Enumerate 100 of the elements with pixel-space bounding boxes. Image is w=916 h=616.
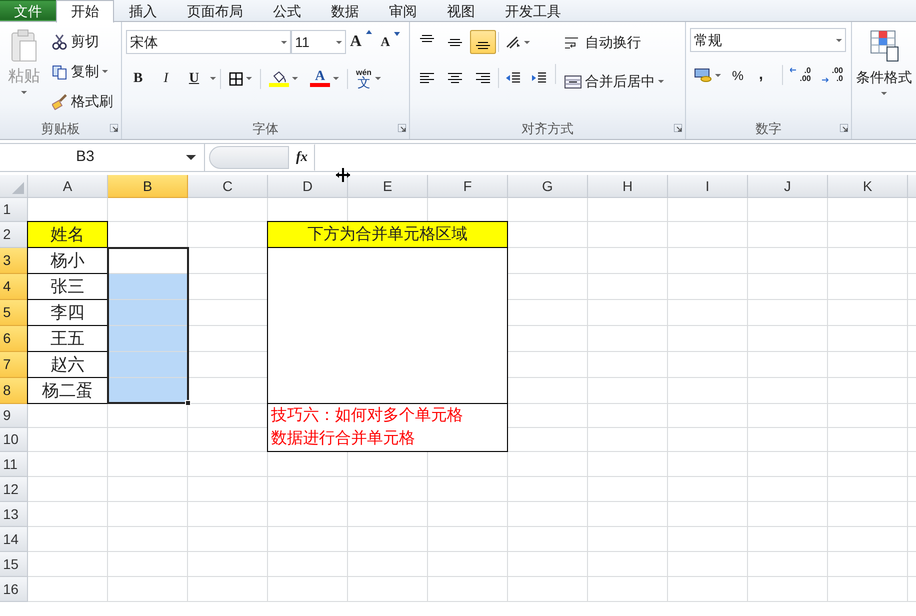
font-name-field[interactable]: 宋体 (126, 30, 291, 54)
ribbon-tab[interactable]: 公式 (258, 0, 316, 21)
move-cursor-icon (335, 167, 351, 183)
row-header[interactable]: 3 (0, 248, 28, 274)
phonetic-button[interactable]: wén 文 (352, 66, 385, 90)
ribbon-tab[interactable]: 开发工具 (490, 0, 576, 21)
ribbon-tab[interactable]: 页面布局 (172, 0, 258, 21)
underline-button[interactable]: U (182, 66, 206, 91)
column-header[interactable]: F (428, 175, 508, 198)
number-format-field[interactable]: 常规 (690, 28, 846, 52)
clipboard-icon (10, 29, 38, 63)
column-header[interactable]: A (28, 175, 108, 198)
indent-icon (531, 71, 547, 85)
dialog-launcher-icon[interactable] (110, 124, 118, 132)
row-header[interactable]: 15 (0, 552, 28, 577)
group-label: 字体 (252, 120, 278, 138)
caret-icon (393, 32, 401, 38)
table-cell: 下方为合并单元格区域 (267, 221, 508, 248)
column-header[interactable]: I (668, 175, 748, 198)
caret-icon (333, 77, 339, 80)
row-header[interactable]: 7 (0, 352, 28, 378)
caret-icon (836, 38, 842, 42)
row-header[interactable]: 16 (0, 577, 28, 602)
font-color-button[interactable]: A (306, 68, 343, 89)
column-header[interactable]: B (108, 175, 188, 198)
note-text: 数据进行合并单元格 (271, 428, 415, 449)
ribbon-tab[interactable]: 审阅 (374, 0, 432, 21)
paint-bucket-icon (271, 70, 287, 82)
caret-icon (374, 77, 381, 80)
row-header[interactable]: 8 (0, 378, 28, 404)
italic-button[interactable]: I (154, 66, 178, 91)
fill-handle[interactable] (185, 400, 191, 406)
column-header[interactable]: C (188, 175, 268, 198)
formula-bar-handle[interactable] (209, 146, 289, 169)
wrap-text-button[interactable]: 自动换行 (560, 30, 668, 55)
column-header[interactable]: G (508, 175, 588, 198)
table-icon (869, 29, 899, 63)
row-header[interactable]: 12 (0, 477, 28, 502)
scissors-icon (52, 34, 68, 50)
caret-icon (292, 77, 298, 80)
color-bar (269, 82, 289, 86)
arrow-icon (790, 67, 797, 74)
angled-text-icon (505, 35, 521, 49)
ribbon-tab[interactable]: 开始 (56, 0, 114, 23)
copy-icon (52, 64, 68, 80)
font-size-field[interactable]: 11 (290, 30, 346, 54)
toolbar-button[interactable]: 格式刷 (48, 88, 117, 115)
row-header[interactable]: 2 (0, 222, 28, 248)
align-lines-icon (476, 73, 490, 83)
row-header[interactable]: 9 (0, 404, 28, 428)
row-header[interactable]: 4 (0, 274, 28, 300)
caret-icon (246, 77, 252, 80)
row-header[interactable]: 10 (0, 428, 28, 452)
bold-button[interactable]: B (126, 66, 150, 91)
caret-icon (715, 74, 721, 77)
group-label: 剪贴板 (41, 120, 80, 138)
column-header[interactable]: H (588, 175, 668, 198)
conditional-format-button[interactable]: 条件格式 (852, 22, 916, 102)
row-header[interactable]: 14 (0, 527, 28, 552)
percent-button[interactable]: % (728, 64, 752, 87)
decrease-decimal-button[interactable]: .00 .0 (818, 65, 847, 86)
column-header[interactable]: E (348, 175, 428, 198)
dialog-launcher-icon[interactable] (674, 124, 682, 132)
column-header[interactable]: D (268, 175, 348, 198)
row-header[interactable]: 13 (0, 502, 28, 527)
toolbar-button[interactable]: 剪切 (48, 28, 117, 55)
row-header[interactable]: 5 (0, 300, 28, 326)
caret-icon (524, 40, 530, 44)
merge-center-button[interactable]: 合并后居中 (560, 69, 668, 94)
align-bottom-button[interactable] (470, 30, 496, 54)
grow-font-button[interactable]: A (346, 28, 377, 56)
align-lines-icon (448, 38, 462, 46)
align-lines-icon (448, 73, 462, 83)
file-tab[interactable]: 文件 (0, 0, 56, 21)
ribbon-tab[interactable]: 数据 (316, 0, 374, 21)
note-text: 技巧六：如何对多个单元格 (271, 406, 463, 426)
ribbon-tab[interactable]: 视图 (432, 0, 490, 21)
merge-cells-icon (564, 74, 582, 88)
column-header[interactable]: K (828, 175, 908, 198)
increase-decimal-button[interactable]: .0 .00 (786, 65, 815, 86)
group-label: 数字 (756, 120, 782, 138)
insert-function-button[interactable]: fx (289, 144, 315, 171)
dialog-launcher-icon[interactable] (840, 124, 848, 132)
ribbon-tab[interactable]: 插入 (114, 0, 172, 21)
caret-icon (186, 155, 196, 160)
dialog-launcher-icon[interactable] (398, 124, 406, 132)
table-cell: 杨二蛋 (27, 377, 108, 404)
grid-icon (229, 72, 243, 86)
shrink-font-button[interactable]: A (376, 30, 405, 54)
name-box[interactable]: B3 (0, 144, 205, 171)
row-header[interactable]: 11 (0, 452, 28, 477)
row-header[interactable]: 1 (0, 198, 28, 222)
column-header[interactable]: J (748, 175, 828, 198)
row-header[interactable]: 6 (0, 326, 28, 352)
corner-triangle-icon (10, 180, 24, 194)
table-cell: 姓名 (27, 221, 108, 248)
caret-icon (336, 40, 342, 44)
align-lines-icon (476, 42, 490, 49)
comma-button[interactable]: , (754, 62, 779, 88)
toolbar-button[interactable]: 复制 (48, 58, 117, 85)
